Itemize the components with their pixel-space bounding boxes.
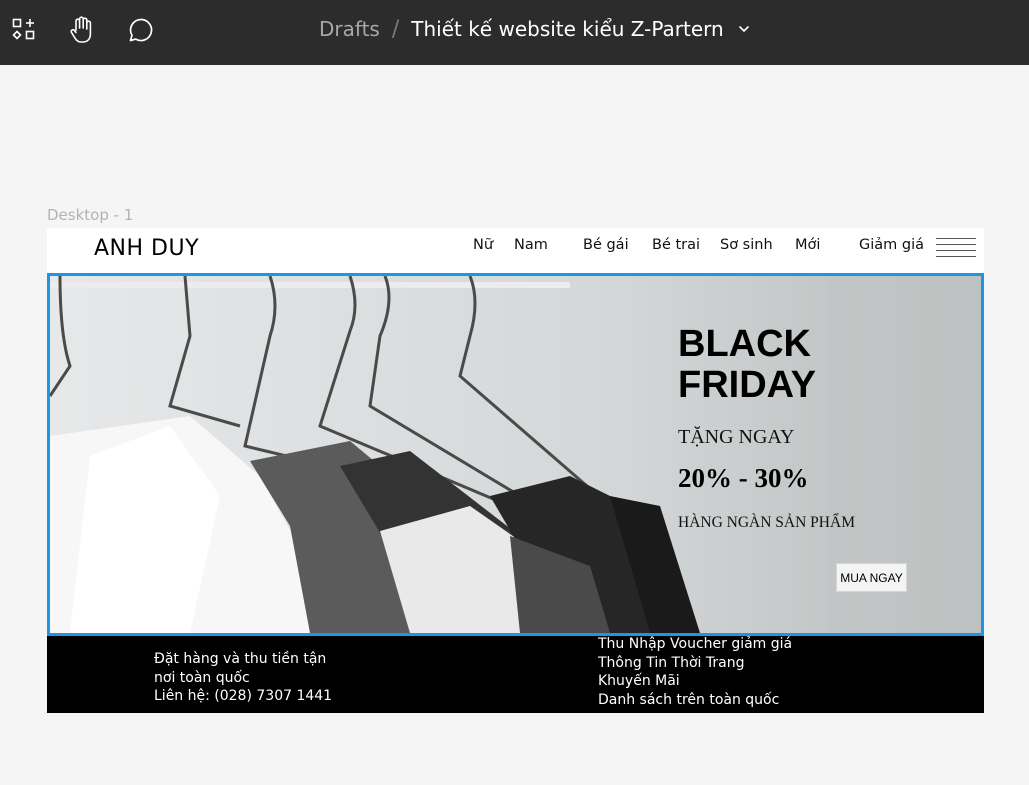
hero-discount: 20% - 30% — [678, 463, 809, 493]
hero-subtitle: HÀNG NGÀN SẢN PHẨM — [678, 514, 855, 531]
nav-item-be-gai[interactable]: Bé gái — [583, 237, 629, 253]
nav-item-nu[interactable]: Nữ — [473, 237, 493, 253]
nav-item-moi[interactable]: Mới — [795, 237, 820, 253]
footer-link-promotions[interactable]: Khuyến Mãi — [598, 672, 792, 691]
comment-icon[interactable] — [123, 12, 159, 48]
hero-banner[interactable]: BLACK FRIDAY TẶNG NGAY 20% - 30% HÀNG NG… — [47, 273, 984, 636]
footer-contact: Đặt hàng và thu tiền tận nơi toàn quốc L… — [154, 650, 332, 706]
nav-item-giam-gia[interactable]: Giảm giá — [859, 237, 924, 253]
footer-left-line: Đặt hàng và thu tiền tận — [154, 651, 327, 667]
breadcrumb-separator: / — [391, 16, 400, 42]
footer-link-voucher[interactable]: Thu Nhập Voucher giảm giá — [598, 635, 792, 654]
footer-phone: Liên hệ: (028) 7307 1441 — [154, 688, 333, 704]
buy-now-button[interactable]: MUA NGAY — [836, 563, 907, 592]
breadcrumb: Drafts / Thiết kế website kiểu Z-Partern — [319, 15, 750, 43]
footer-link-store-list[interactable]: Danh sách trên toàn quốc — [598, 691, 792, 710]
hamburger-menu-icon[interactable] — [936, 236, 976, 258]
footer-links: Thu Nhập Voucher giảm giá Thông Tin Thời… — [598, 635, 792, 709]
nav-item-nam[interactable]: Nam — [514, 237, 548, 253]
nav-item-be-trai[interactable]: Bé trai — [652, 237, 700, 253]
hero-title-line1: BLACK — [678, 323, 811, 365]
hero-title-line2: FRIDAY — [678, 364, 816, 406]
design-frame[interactable]: ANH DUY Nữ Nam Bé gái Bé trai Sơ sinh Mớ… — [47, 228, 984, 713]
editor-toolbar: Drafts / Thiết kế website kiểu Z-Partern — [0, 0, 1029, 65]
site-header: ANH DUY Nữ Nam Bé gái Bé trai Sơ sinh Mớ… — [47, 228, 984, 273]
site-logo[interactable]: ANH DUY — [94, 236, 199, 261]
chevron-down-icon[interactable] — [738, 25, 750, 33]
footer-left-line: nơi toàn quốc — [154, 669, 250, 686]
site-footer: Đặt hàng và thu tiền tận nơi toàn quốc L… — [47, 636, 984, 713]
nav-item-so-sinh[interactable]: Sơ sinh — [720, 237, 773, 253]
footer-link-fashion-info[interactable]: Thông Tin Thời Trang — [598, 654, 792, 673]
file-name[interactable]: Thiết kế website kiểu Z-Partern — [411, 17, 723, 41]
frame-label[interactable]: Desktop - 1 — [47, 206, 133, 224]
hero-title: BLACK FRIDAY — [678, 324, 938, 406]
breadcrumb-drafts[interactable]: Drafts — [319, 17, 380, 41]
hand-tool-icon[interactable] — [64, 12, 100, 48]
hero-offer-label: TẶNG NGAY — [678, 426, 795, 448]
assets-icon[interactable] — [6, 12, 42, 48]
